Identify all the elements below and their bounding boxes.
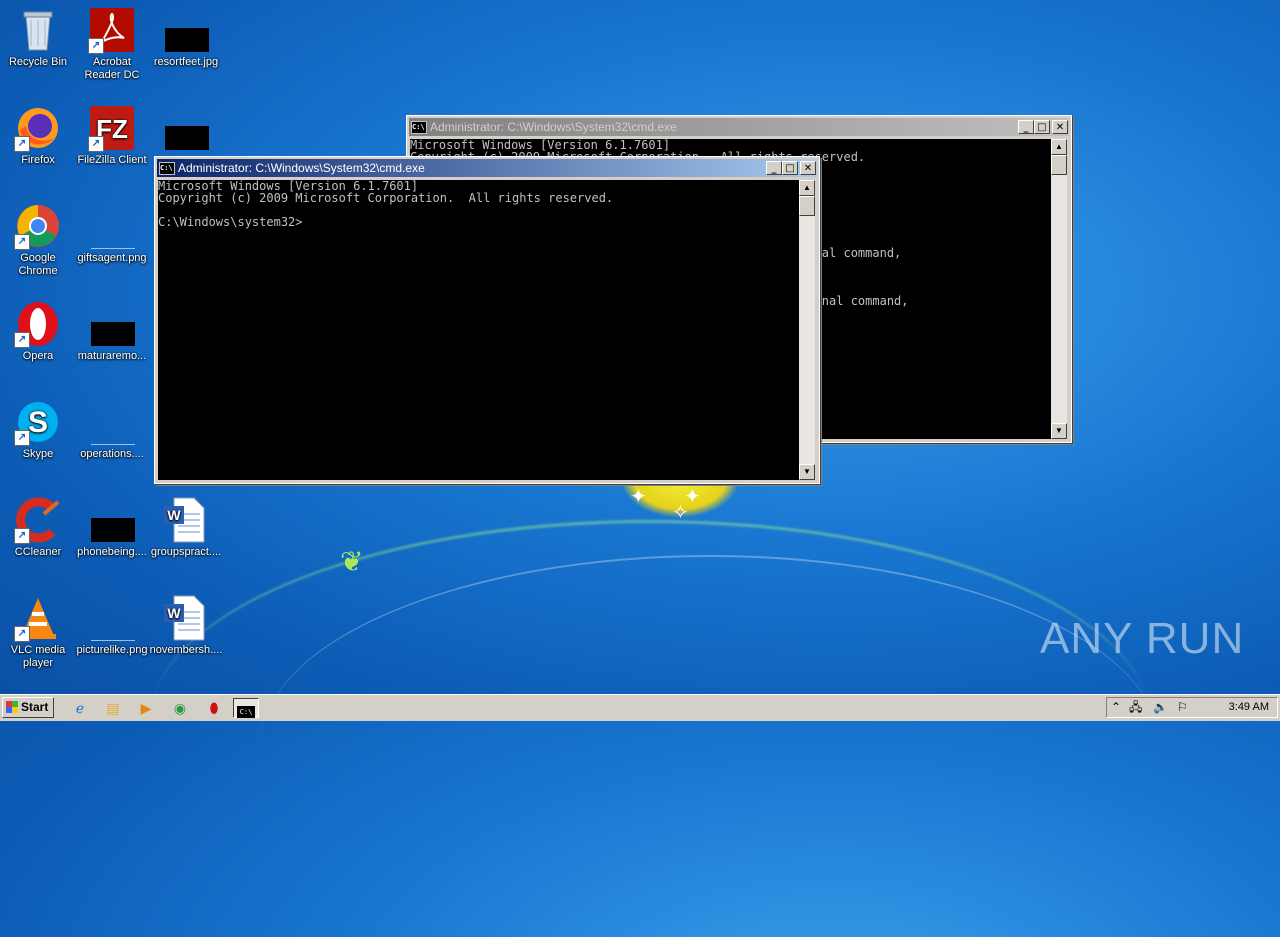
window-title: Administrator: C:\Windows\System32\cmd.e… xyxy=(430,120,677,134)
desktop-icon-ccleaner[interactable]: ↗ CCleaner xyxy=(0,496,76,559)
image-file-icon xyxy=(88,398,136,446)
minimize-button[interactable]: _ xyxy=(766,161,782,175)
scroll-up-button[interactable]: ▲ xyxy=(1051,139,1067,155)
word-doc-icon: W xyxy=(162,594,210,642)
shortcut-arrow-icon: ↗ xyxy=(14,626,30,642)
svg-text:W: W xyxy=(167,605,181,621)
shortcut-arrow-icon: ↗ xyxy=(14,528,30,544)
window-title: Administrator: C:\Windows\System32\cmd.e… xyxy=(178,161,425,175)
image-file-icon xyxy=(162,104,210,152)
filezilla-icon: FZ ↗ xyxy=(88,104,136,152)
wallpaper-sprout: ❦ xyxy=(340,546,364,577)
vlc-icon: ↗ xyxy=(14,594,62,642)
cmd-icon: C:\ xyxy=(159,161,175,175)
opera-taskbar-icon[interactable]: ⬮ xyxy=(204,698,224,718)
firefox-icon: ↗ xyxy=(14,104,62,152)
ccleaner-icon: ↗ xyxy=(14,496,62,544)
image-file-icon xyxy=(88,300,136,348)
chrome-taskbar-icon[interactable]: ◉ xyxy=(170,698,190,718)
desktop-icon-maturaremo[interactable]: maturaremo... xyxy=(74,300,150,363)
explorer-folder-icon[interactable]: ▤ xyxy=(103,698,123,718)
anyrun-watermark: ANY RUN xyxy=(1040,614,1245,663)
vertical-scrollbar[interactable]: ▲ ▼ xyxy=(1051,139,1067,439)
sparkle-icon: ✦ xyxy=(630,486,647,508)
sparkle-icon: ✧ xyxy=(672,502,689,524)
scroll-down-button[interactable]: ▼ xyxy=(1051,423,1067,439)
desktop-icon-acrobat[interactable]: ↗ Acrobat Reader DC xyxy=(74,6,150,82)
image-file-icon xyxy=(88,496,136,544)
clock[interactable]: 3:49 AM xyxy=(1229,698,1269,717)
desktop-icon-vlc[interactable]: ↗ VLC media player xyxy=(0,594,76,670)
console-line: Copyright (c) 2009 Microsoft Corporation… xyxy=(158,191,614,205)
scroll-thumb[interactable] xyxy=(1051,155,1067,175)
desktop-icon-novembersh[interactable]: W novembersh.... xyxy=(148,594,224,657)
cmd-icon: C:\ xyxy=(411,120,427,134)
desktop-icon-operations[interactable]: operations.... xyxy=(74,398,150,461)
image-file-icon xyxy=(88,594,136,642)
system-tray: ⌃ 🖧 🔈 ⚐ 3:49 AM xyxy=(1106,697,1278,718)
volume-icon[interactable]: 🔈 xyxy=(1153,698,1168,717)
chrome-icon: ↗ xyxy=(14,202,62,250)
console-line: C:\Windows\system32> xyxy=(158,215,303,229)
desktop-icon-picturelike[interactable]: picturelike.png xyxy=(74,594,150,657)
acrobat-icon: ↗ xyxy=(88,6,136,54)
scroll-down-button[interactable]: ▼ xyxy=(799,464,815,480)
show-hidden-icons-icon[interactable]: ⌃ xyxy=(1111,698,1121,717)
svg-text:S: S xyxy=(28,406,48,439)
action-center-flag-icon[interactable]: ⚐ xyxy=(1177,698,1188,717)
vertical-scrollbar[interactable]: ▲ ▼ xyxy=(799,180,815,480)
wallpaper-arc xyxy=(260,555,1160,937)
scroll-thumb[interactable] xyxy=(799,196,815,216)
image-file-icon xyxy=(162,6,210,54)
desktop-icon-hidden-file[interactable] xyxy=(148,104,224,154)
console-output[interactable]: Microsoft Windows [Version 6.1.7601]Copy… xyxy=(158,180,799,480)
ie-icon[interactable]: ℯ xyxy=(70,698,90,718)
desktop-icon-skype[interactable]: S ↗ Skype xyxy=(0,398,76,461)
close-button[interactable]: ✕ xyxy=(800,161,816,175)
maximize-button[interactable]: □ xyxy=(1034,120,1050,134)
word-doc-icon: W xyxy=(162,496,210,544)
cmd-taskbar-button[interactable]: C:\ xyxy=(233,698,259,718)
start-button[interactable]: Start xyxy=(2,697,54,718)
shortcut-arrow-icon: ↗ xyxy=(14,136,30,152)
minimize-button[interactable]: _ xyxy=(1018,120,1034,134)
recycle-bin-icon xyxy=(14,6,62,54)
shortcut-arrow-icon: ↗ xyxy=(88,136,104,152)
taskbar: Start ℯ ▤ ▶ ◉ ⬮ C:\ ⌃ 🖧 🔈 ⚐ 3:49 AM xyxy=(0,694,1280,721)
desktop-icon-recycle-bin[interactable]: Recycle Bin xyxy=(0,6,76,69)
window-titlebar[interactable]: C:\ Administrator: C:\Windows\System32\c… xyxy=(409,118,1069,136)
desktop-icon-phonebeing[interactable]: phonebeing.... xyxy=(74,496,150,559)
desktop-icon-filezilla[interactable]: FZ ↗ FileZilla Client xyxy=(74,104,150,167)
cmd-window-front[interactable]: C:\ Administrator: C:\Windows\System32\c… xyxy=(154,156,820,484)
opera-icon: ↗ xyxy=(14,300,62,348)
desktop-icon-resortfeet[interactable]: resortfeet.jpg xyxy=(148,6,224,69)
skype-icon: S ↗ xyxy=(14,398,62,446)
image-file-icon xyxy=(88,202,136,250)
desktop-icon-groupspract[interactable]: W groupspract.... xyxy=(148,496,224,559)
cmd-icon: C:\ xyxy=(237,706,255,718)
svg-text:W: W xyxy=(167,507,181,523)
desktop-icon-chrome[interactable]: ↗ Google Chrome xyxy=(0,202,76,278)
scroll-up-button[interactable]: ▲ xyxy=(799,180,815,196)
desktop-icon-giftsagent[interactable]: giftsagent.png xyxy=(74,202,150,265)
shortcut-arrow-icon: ↗ xyxy=(88,38,104,54)
maximize-button[interactable]: □ xyxy=(782,161,798,175)
desktop-icon-opera[interactable]: ↗ Opera xyxy=(0,300,76,363)
shortcut-arrow-icon: ↗ xyxy=(14,430,30,446)
shortcut-arrow-icon: ↗ xyxy=(14,234,30,250)
close-button[interactable]: ✕ xyxy=(1052,120,1068,134)
network-icon[interactable]: 🖧 xyxy=(1129,698,1142,717)
shortcut-arrow-icon: ↗ xyxy=(14,332,30,348)
desktop-icon-firefox[interactable]: ↗ Firefox xyxy=(0,104,76,167)
window-titlebar[interactable]: C:\ Administrator: C:\Windows\System32\c… xyxy=(157,159,817,177)
media-player-icon[interactable]: ▶ xyxy=(136,698,156,718)
windows-logo-icon xyxy=(6,701,18,713)
